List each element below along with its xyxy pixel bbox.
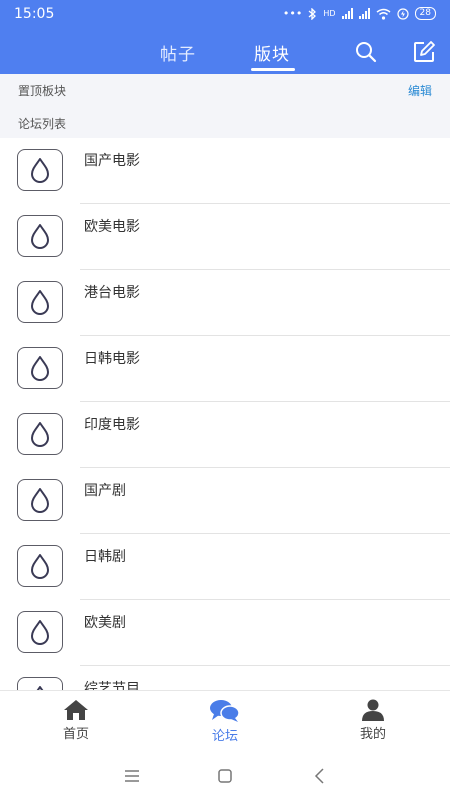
forum-icon-box [17, 347, 63, 389]
square-home-icon[interactable] [215, 766, 235, 786]
forum-item[interactable]: 欧美剧 [0, 600, 450, 666]
status-time: 15:05 [14, 6, 55, 22]
edit-pinned-button[interactable]: 编辑 [408, 82, 432, 99]
forum-name: 日韩剧 [84, 549, 126, 565]
home-icon [64, 700, 88, 720]
forum-icon-box [17, 611, 63, 653]
notification-dots: ••• [282, 7, 303, 20]
forum-name: 日韩电影 [84, 351, 140, 367]
forum-name: 欧美剧 [84, 615, 126, 631]
system-nav-bar [0, 752, 450, 800]
nav-home-label: 首页 [62, 727, 89, 742]
nav-home[interactable]: 首页 [36, 699, 116, 742]
chat-bubbles-icon [210, 700, 240, 722]
forum-icon-box [17, 281, 63, 323]
nav-mine[interactable]: 我的 [333, 699, 413, 742]
status-icons: ••• HD 28 [283, 7, 436, 20]
forum-item[interactable]: 欧美电影 [0, 204, 450, 270]
menu-icon[interactable] [122, 766, 142, 786]
forum-name: 国产电影 [84, 153, 140, 169]
nav-mine-label: 我的 [359, 727, 386, 742]
forum-icon-box [17, 479, 63, 521]
forum-icon-box [17, 413, 63, 455]
water-drop-icon [31, 488, 49, 513]
forum-item[interactable]: 国产剧 [0, 468, 450, 534]
nav-forum-label: 论坛 [211, 729, 238, 744]
water-drop-icon [31, 158, 49, 183]
forum-item[interactable]: 日韩剧 [0, 534, 450, 600]
forum-name: 欧美电影 [84, 219, 140, 235]
forum-name: 印度电影 [84, 417, 140, 433]
water-drop-icon [31, 224, 49, 249]
forum-name: 综艺节目 [84, 681, 140, 690]
forum-icon-box [17, 677, 63, 690]
active-tab-indicator [251, 68, 295, 71]
status-bar: 15:05 ••• HD 28 [0, 0, 450, 30]
bottom-nav: 首页 论坛 我的 [0, 690, 450, 753]
back-chevron-icon[interactable] [310, 766, 330, 786]
network-type-label: HD [323, 9, 336, 18]
tab-boards[interactable]: 版块 [254, 40, 290, 65]
pinned-boards-label: 置顶板块 [18, 84, 67, 98]
signal-icon [341, 8, 353, 19]
forum-icon-box [17, 215, 63, 257]
person-icon [362, 699, 384, 721]
nav-forum[interactable]: 论坛 [185, 699, 265, 744]
water-drop-icon [31, 554, 49, 579]
pinned-section: 置顶板块 编辑 论坛列表 [0, 74, 450, 138]
forum-list-label: 论坛列表 [18, 117, 67, 131]
forum-icon-box [17, 545, 63, 587]
forum-item[interactable]: 印度电影 [0, 402, 450, 468]
battery-indicator: 28 [414, 7, 436, 20]
forum-item[interactable]: 综艺节目 [0, 666, 450, 690]
wifi-icon [376, 8, 391, 20]
bluetooth-icon [308, 7, 317, 20]
water-drop-icon [31, 290, 49, 315]
top-tabs: 帖子 版块 [0, 34, 450, 74]
search-icon[interactable] [354, 40, 378, 64]
water-drop-icon [31, 620, 49, 645]
forum-icon-box [17, 149, 63, 191]
tab-posts[interactable]: 帖子 [160, 40, 196, 65]
forum-item[interactable]: 国产电影 [0, 138, 450, 204]
forum-name: 港台电影 [84, 285, 140, 301]
forum-list: 国产电影 欧美电影 港台电影 日韩电影 印度电影 国产剧 日韩剧 欧美剧 综艺节… [0, 138, 450, 690]
forum-name: 国产剧 [84, 483, 126, 499]
app-header: 15:05 ••• HD 28 帖子 版块 [0, 0, 450, 74]
signal-2-icon [358, 8, 370, 19]
charging-icon [396, 7, 409, 20]
edit-icon[interactable] [412, 40, 436, 64]
forum-item[interactable]: 港台电影 [0, 270, 450, 336]
water-drop-icon [31, 422, 49, 447]
forum-item[interactable]: 日韩电影 [0, 336, 450, 402]
water-drop-icon [31, 356, 49, 381]
